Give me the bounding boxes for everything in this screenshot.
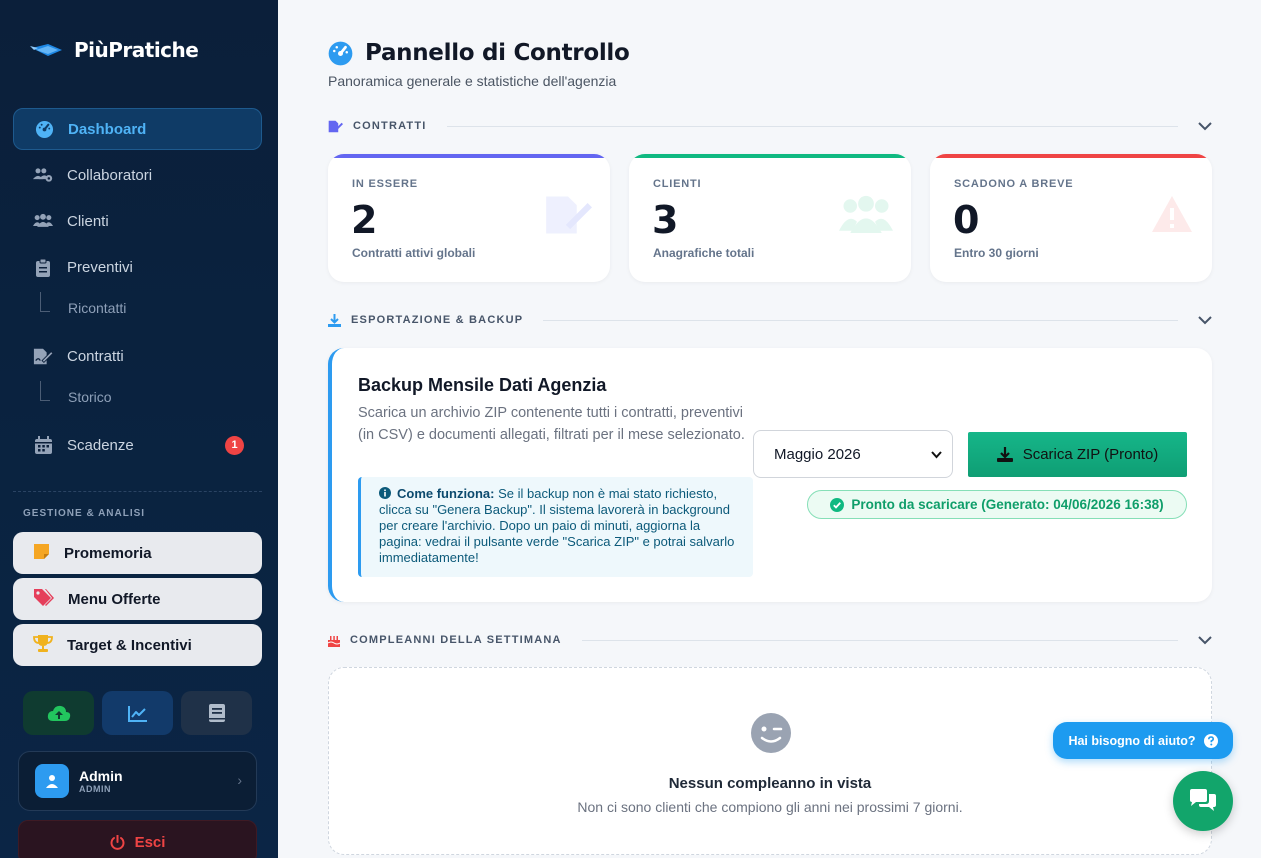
users-gear-icon xyxy=(33,165,53,185)
sidebar-item-label: Dashboard xyxy=(68,120,147,138)
section-header-contratti[interactable]: CONTRATTI xyxy=(328,116,1212,136)
user-icon xyxy=(46,775,58,788)
chat-button[interactable] xyxy=(1173,771,1233,831)
user-role: ADMIN xyxy=(79,784,111,794)
wink-face-icon xyxy=(751,713,791,753)
help-bubble[interactable]: Hai bisogno di aiuto? xyxy=(1053,722,1233,759)
month-select[interactable]: Maggio 2026 xyxy=(753,430,953,478)
sidebar-tool-promemoria[interactable]: Promemoria xyxy=(13,532,262,574)
warning-icon xyxy=(1152,196,1192,232)
comments-icon xyxy=(1190,789,1216,811)
trophy-icon xyxy=(33,634,53,656)
status-badge: Pronto da scaricare (Generato: 04/06/202… xyxy=(807,490,1187,519)
cloud-upload-icon xyxy=(47,705,70,721)
logout-button[interactable]: Esci xyxy=(18,820,257,858)
backup-title: Backup Mensile Dati Agenzia xyxy=(358,375,607,395)
section-header-birthdays[interactable]: COMPLEANNI DELLA SETTIMANA xyxy=(328,630,1212,650)
avatar xyxy=(35,764,69,798)
sidebar-item-label: Scadenze xyxy=(67,436,134,454)
sidebar-item-label: Collaboratori xyxy=(67,166,153,184)
section-header-export[interactable]: ESPORTAZIONE & BACKUP xyxy=(328,310,1212,330)
chevron-down-icon xyxy=(931,451,942,459)
file-signature-icon xyxy=(33,346,53,366)
sidebar-section-label: GESTIONE & ANALISI xyxy=(23,508,146,519)
sticky-note-icon xyxy=(33,543,50,564)
user-name: Admin xyxy=(79,768,123,784)
question-circle-icon xyxy=(1203,733,1218,748)
power-icon xyxy=(110,834,125,850)
logo-icon xyxy=(30,44,62,56)
sidebar-item-contratti[interactable]: Contratti xyxy=(13,335,262,377)
sidebar-subitem-storico[interactable]: Storico xyxy=(40,381,112,405)
sidebar-item-label: Preventivi xyxy=(67,258,133,276)
file-signature-icon xyxy=(546,196,592,234)
sidebar-item-dashboard[interactable]: Dashboard xyxy=(13,108,262,150)
book-icon xyxy=(208,704,225,722)
page-subtitle: Panoramica generale e statistiche dell'a… xyxy=(328,73,617,89)
sidebar-tool-target-incentivi[interactable]: Target & Incentivi xyxy=(13,624,262,666)
birthday-cake-icon xyxy=(328,635,340,647)
chevron-down-icon[interactable] xyxy=(1198,121,1212,131)
clipboard-icon xyxy=(33,257,53,277)
gauge-icon xyxy=(34,119,54,139)
sidebar-subitem-ricontatti[interactable]: Ricontatti xyxy=(40,292,126,316)
user-profile-card[interactable]: Admin ADMIN › xyxy=(18,751,257,811)
sidebar-item-preventivi[interactable]: Preventivi xyxy=(13,246,262,288)
check-circle-icon xyxy=(830,497,845,512)
manual-button[interactable] xyxy=(181,691,252,735)
info-box: Come funziona: Se il backup non è mai st… xyxy=(358,477,753,577)
analytics-button[interactable] xyxy=(102,691,173,735)
info-icon xyxy=(379,487,391,499)
backup-card: Backup Mensile Dati Agenzia Scarica un a… xyxy=(328,348,1212,602)
chevron-right-icon: › xyxy=(237,772,242,788)
line-chart-icon xyxy=(127,705,147,722)
backup-description: Scarica un archivio ZIP contenente tutti… xyxy=(358,405,745,443)
sidebar-item-label: Clienti xyxy=(67,212,109,230)
sidebar-item-collaboratori[interactable]: Collaboratori xyxy=(13,154,262,196)
users-icon xyxy=(33,211,53,231)
sidebar-item-scadenze[interactable]: Scadenze 1 xyxy=(13,424,262,466)
sidebar-item-label: Contratti xyxy=(67,347,124,365)
sidebar: PiùPratiche Dashboard Collaboratori Clie… xyxy=(0,0,278,858)
gauge-icon xyxy=(328,41,353,65)
page-title: Pannello di Controllo xyxy=(328,40,630,66)
stat-card-in-essere: IN ESSERE 2 Contratti attivi globali xyxy=(328,154,610,282)
chevron-down-icon[interactable] xyxy=(1198,315,1212,325)
calendar-icon xyxy=(33,435,53,455)
sidebar-tool-menu-offerte[interactable]: Menu Offerte xyxy=(13,578,262,620)
birthdays-empty-state: Nessun compleanno in vista Non ci sono c… xyxy=(328,667,1212,855)
upload-cloud-button[interactable] xyxy=(23,691,94,735)
brand-name: PiùPratiche xyxy=(74,38,199,62)
tags-icon xyxy=(33,588,54,610)
users-icon xyxy=(839,195,893,233)
notification-badge: 1 xyxy=(225,435,244,455)
download-icon xyxy=(996,447,1013,462)
file-signature-icon xyxy=(328,120,343,132)
brand-logo[interactable]: PiùPratiche xyxy=(30,38,199,62)
stat-card-scadono: SCADONO A BREVE 0 Entro 30 giorni xyxy=(930,154,1212,282)
sidebar-divider xyxy=(13,491,262,492)
chevron-down-icon[interactable] xyxy=(1198,635,1212,645)
stat-card-clienti: CLIENTI 3 Anagrafiche totali xyxy=(629,154,911,282)
download-zip-button[interactable]: Scarica ZIP (Pronto) xyxy=(968,432,1187,477)
download-icon xyxy=(328,313,341,327)
sidebar-item-clienti[interactable]: Clienti xyxy=(13,200,262,242)
